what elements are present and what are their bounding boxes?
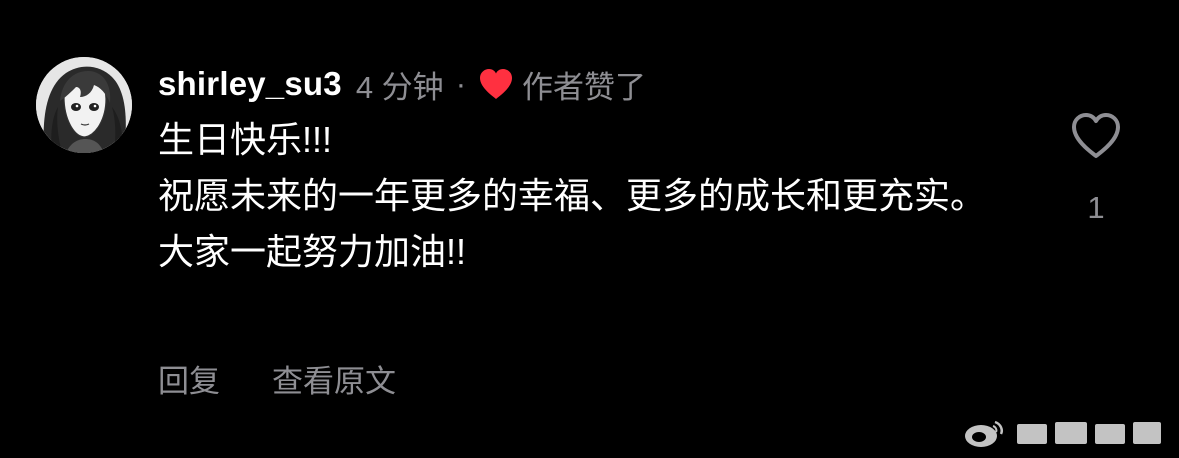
avatar-image	[36, 57, 132, 153]
avatar[interactable]	[36, 57, 132, 153]
comment-line-1: 生日快乐!!!	[158, 119, 333, 160]
view-original-button[interactable]: 查看原文	[272, 356, 396, 401]
comment: shirley_su3 4 分钟 · 作者赞了 生日快乐!!! 祝愿未来的一年更…	[0, 0, 1179, 458]
reply-button[interactable]: 回复	[158, 356, 220, 401]
separator-dot: ·	[455, 66, 467, 101]
like-column: 1	[1066, 112, 1126, 226]
comment-line-3: 大家一起努力加油!!	[158, 231, 467, 272]
comment-time: 4 分钟	[355, 69, 444, 105]
like-count: 1	[1087, 190, 1105, 225]
watermark-logo	[959, 412, 1169, 452]
heart-filled-icon	[478, 68, 514, 100]
comment-line-2: 祝愿未来的一年更多的幸福、更多的成长和更充实。	[158, 175, 987, 216]
comment-header: shirley_su3 4 分钟 · 作者赞了	[158, 62, 646, 106]
comment-body: 生日快乐!!! 祝愿未来的一年更多的幸福、更多的成长和更充实。 大家一起努力加油…	[158, 118, 1018, 286]
username[interactable]: shirley_su3	[158, 65, 342, 103]
comment-actions: 回复 查看原文	[158, 356, 396, 400]
author-liked-label: 作者赞了	[522, 69, 647, 105]
heart-outline-icon[interactable]	[1070, 112, 1122, 160]
